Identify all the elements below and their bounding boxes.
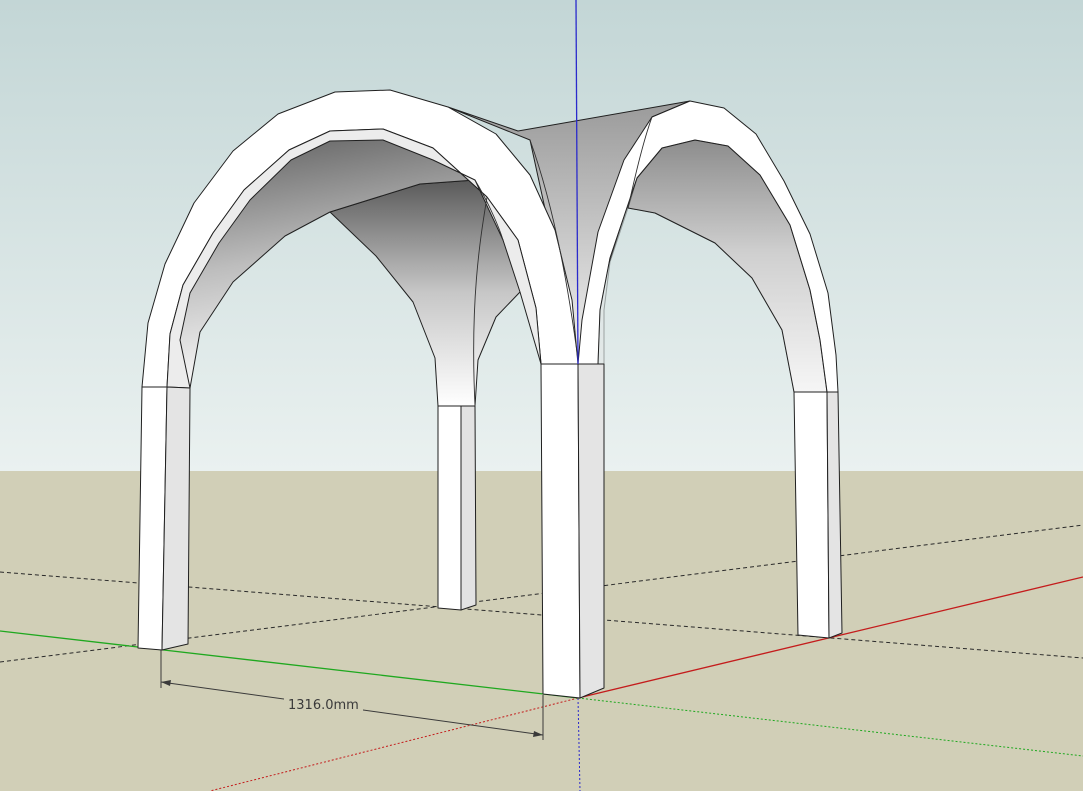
- pillar-back-center-side: [460, 405, 477, 611]
- pillar-right-front: [793, 391, 830, 639]
- dimension-label[interactable]: 1316.0mm: [284, 698, 363, 714]
- pillar-front-center-front: [540, 363, 581, 699]
- model-viewport[interactable]: 1316.0mm: [0, 0, 1083, 791]
- pillar-left-side: [161, 386, 191, 651]
- scene-canvas[interactable]: [0, 0, 1083, 791]
- pillar-front-center-side: [577, 363, 605, 699]
- pillar-back-center-front: [437, 405, 462, 611]
